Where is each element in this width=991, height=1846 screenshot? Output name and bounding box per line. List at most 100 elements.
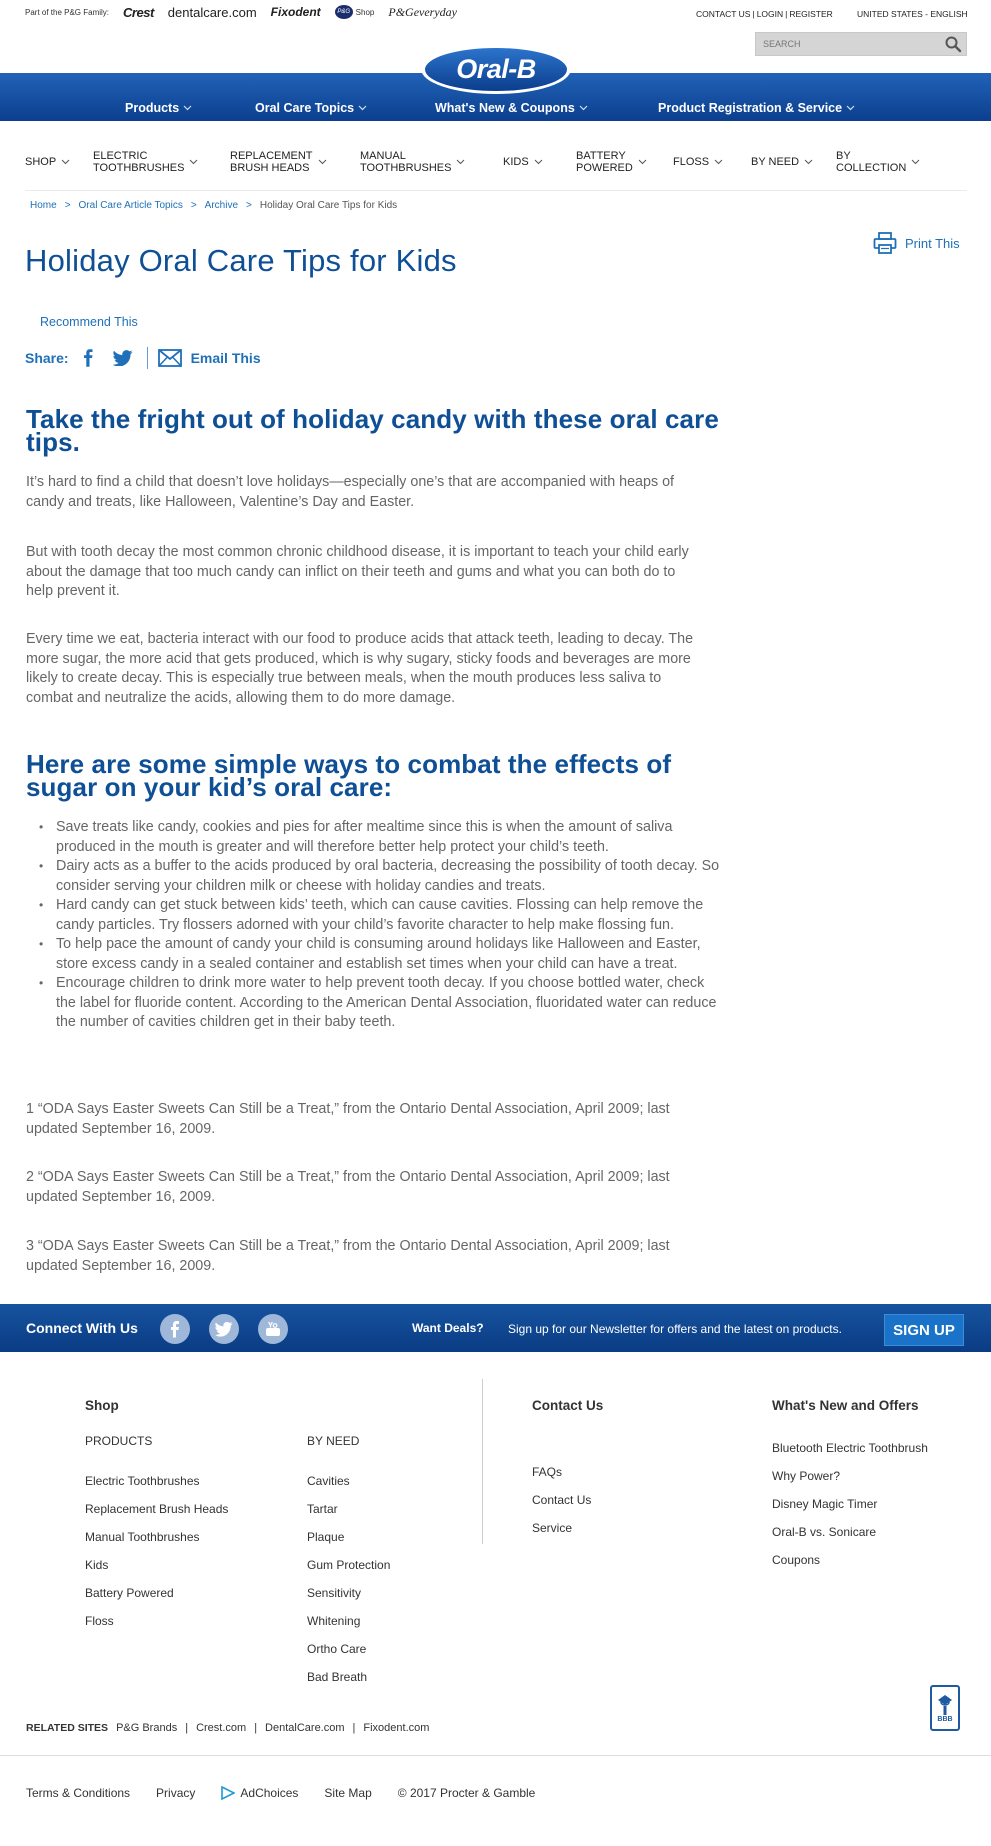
youtube-icon (266, 1322, 280, 1336)
register-link[interactable]: REGISTER (789, 9, 832, 19)
footer-link-gum-protection[interactable]: Gum Protection (307, 1558, 390, 1572)
footer-divider (482, 1379, 483, 1544)
related-link-pg-brands[interactable]: P&G Brands (116, 1722, 177, 1734)
article-heading-1: Take the fright out of holiday candy wit… (26, 404, 719, 457)
print-button[interactable]: Print This (873, 232, 960, 254)
footnote: 2 “ODA Says Easter Sweets Can Still be a… (26, 1169, 670, 1205)
related-link-dentalcare[interactable]: DentalCare.com (265, 1722, 344, 1734)
chevron-down-icon (61, 159, 70, 165)
subnav-manual-toothbrushes[interactable]: MANUAL TOOTHBRUSHES (360, 140, 465, 184)
search-icon[interactable] (944, 35, 962, 53)
site-map-link[interactable]: Site Map (324, 1786, 371, 1800)
nav-oral-care-topics[interactable]: Oral Care Topics (255, 101, 367, 115)
breadcrumb-archive[interactable]: Archive (205, 200, 238, 211)
email-icon[interactable] (157, 349, 182, 367)
bbb-torch-icon (938, 1694, 952, 1715)
privacy-link[interactable]: Privacy (156, 1786, 195, 1800)
pg-shop-label: Shop (355, 7, 375, 17)
article-paragraph: But with tooth decay the most common chr… (26, 544, 689, 599)
search-input[interactable] (756, 33, 936, 55)
list-item: Encourage children to drink more water t… (26, 974, 726, 1033)
email-this-link[interactable]: Email This (191, 350, 261, 366)
nav-products[interactable]: Products (125, 101, 192, 115)
pg-everyday-brand-link[interactable]: P&Geveryday (388, 5, 457, 20)
chevron-down-icon (318, 159, 326, 165)
footer-link-oralb-vs-sonicare[interactable]: Oral-B vs. Sonicare (772, 1525, 876, 1539)
pg-family-label: Part of the P&G Family: (25, 7, 110, 17)
nav-product-registration[interactable]: Product Registration & Service (658, 101, 855, 115)
oral-b-logo[interactable]: Oral-B (421, 44, 571, 94)
pg-logo-icon: P&G (334, 5, 353, 19)
footer-link-whitening[interactable]: Whitening (307, 1614, 360, 1628)
twitter-icon[interactable] (112, 350, 133, 366)
contact-us-link[interactable]: CONTACT US (696, 9, 750, 19)
youtube-social-button[interactable] (258, 1314, 288, 1344)
connect-bar: Connect With Us Want Deals? Sign up for … (0, 1304, 991, 1352)
footer-link-ortho-care[interactable]: Ortho Care (307, 1642, 366, 1656)
subnav-shop[interactable]: SHOP (25, 140, 70, 184)
nav-whats-new[interactable]: What's New & Coupons (435, 101, 588, 115)
bbb-label: BBB (937, 1715, 953, 1723)
chevron-down-icon (911, 159, 920, 165)
nav-whats-new-label: What's New & Coupons (435, 101, 575, 115)
footer-link-replacement-brush-heads[interactable]: Replacement Brush Heads (85, 1502, 228, 1516)
footer-link-tartar[interactable]: Tartar (307, 1502, 338, 1516)
pg-shop-link[interactable]: P&G Shop (334, 5, 375, 19)
list-item: Save treats like candy, cookies and pies… (26, 818, 726, 857)
subnav-by-collection[interactable]: BY COLLECTION (836, 140, 920, 184)
subnav-kids[interactable]: KIDS (503, 140, 543, 184)
login-link[interactable]: LOGIN (757, 9, 783, 19)
breadcrumb-home[interactable]: Home (30, 200, 57, 211)
subnav-floss-label: FLOSS (673, 156, 710, 168)
subnav-divider (25, 190, 967, 191)
chevron-down-icon (183, 105, 192, 111)
footer-link-sensitivity[interactable]: Sensitivity (307, 1586, 361, 1600)
footer-link-disney-magic-timer[interactable]: Disney Magic Timer (772, 1497, 877, 1511)
footer-link-manual-toothbrushes[interactable]: Manual Toothbrushes (85, 1530, 200, 1544)
share-divider (146, 347, 148, 369)
footer-link-electric-toothbrushes[interactable]: Electric Toothbrushes (85, 1474, 200, 1488)
related-sites: RELATED SITES P&G Brands | Crest.com | D… (26, 1722, 430, 1734)
subnav-replacement-label: REPLACEMENT BRUSH HEADS (230, 150, 313, 174)
footer-whats-new-heading: What's New and Offers (772, 1398, 919, 1413)
facebook-icon[interactable] (81, 349, 95, 367)
footer-link-contact-us[interactable]: Contact Us (532, 1493, 591, 1507)
subnav-floss[interactable]: FLOSS (673, 140, 723, 184)
footer-contact-heading: Contact Us (532, 1398, 604, 1413)
subnav-shop-label: SHOP (25, 156, 57, 168)
crest-brand-link[interactable]: Crest (123, 5, 154, 20)
footer-link-bluetooth-toothbrush[interactable]: Bluetooth Electric Toothbrush (772, 1441, 928, 1455)
adchoices-link[interactable]: AdChoices (221, 1786, 298, 1800)
footer-link-cavities[interactable]: Cavities (307, 1474, 350, 1488)
facebook-social-button[interactable] (160, 1314, 190, 1344)
related-link-fixodent[interactable]: Fixodent.com (363, 1722, 429, 1734)
footer-link-bad-breath[interactable]: Bad Breath (307, 1670, 367, 1684)
dentalcare-brand-link[interactable]: dentalcare.com (168, 5, 257, 20)
related-link-crest[interactable]: Crest.com (196, 1722, 246, 1734)
breadcrumb-separator: > (190, 200, 197, 211)
footnote: 1 “ODA Says Easter Sweets Can Still be a… (26, 1101, 670, 1137)
subnav-electric-toothbrushes[interactable]: ELECTRIC TOOTHBRUSHES (93, 140, 198, 184)
subnav-battery-powered[interactable]: BATTERY POWERED (576, 140, 647, 184)
twitter-social-button[interactable] (209, 1314, 239, 1344)
subnav-replacement-brush-heads[interactable]: REPLACEMENT BRUSH HEADS (230, 140, 327, 184)
footer-link-service[interactable]: Service (532, 1521, 572, 1535)
breadcrumb-oral-care-article-topics[interactable]: Oral Care Article Topics (79, 200, 183, 211)
subnav-by-need[interactable]: BY NEED (751, 140, 813, 184)
footer-link-faqs[interactable]: FAQs (532, 1465, 562, 1479)
terms-link[interactable]: Terms & Conditions (26, 1786, 130, 1800)
footer-shop-heading: Shop (85, 1398, 119, 1413)
footer-link-battery-powered[interactable]: Battery Powered (85, 1586, 174, 1600)
subnav-by-need-label: BY NEED (751, 156, 800, 168)
bbb-badge[interactable]: BBB (930, 1685, 960, 1731)
footer-link-kids[interactable]: Kids (85, 1558, 108, 1572)
footer-link-floss[interactable]: Floss (85, 1614, 114, 1628)
footer-link-why-power[interactable]: Why Power? (772, 1469, 840, 1483)
chevron-down-icon (714, 159, 723, 165)
footer-link-coupons[interactable]: Coupons (772, 1553, 820, 1567)
recommend-link[interactable]: Recommend This (40, 315, 138, 329)
sign-up-button[interactable]: SIGN UP (884, 1314, 964, 1346)
locale-selector[interactable]: UNITED STATES - ENGLISH (857, 9, 968, 19)
footer-link-plaque[interactable]: Plaque (307, 1530, 344, 1544)
fixodent-brand-link[interactable]: Fixodent (271, 5, 321, 19)
